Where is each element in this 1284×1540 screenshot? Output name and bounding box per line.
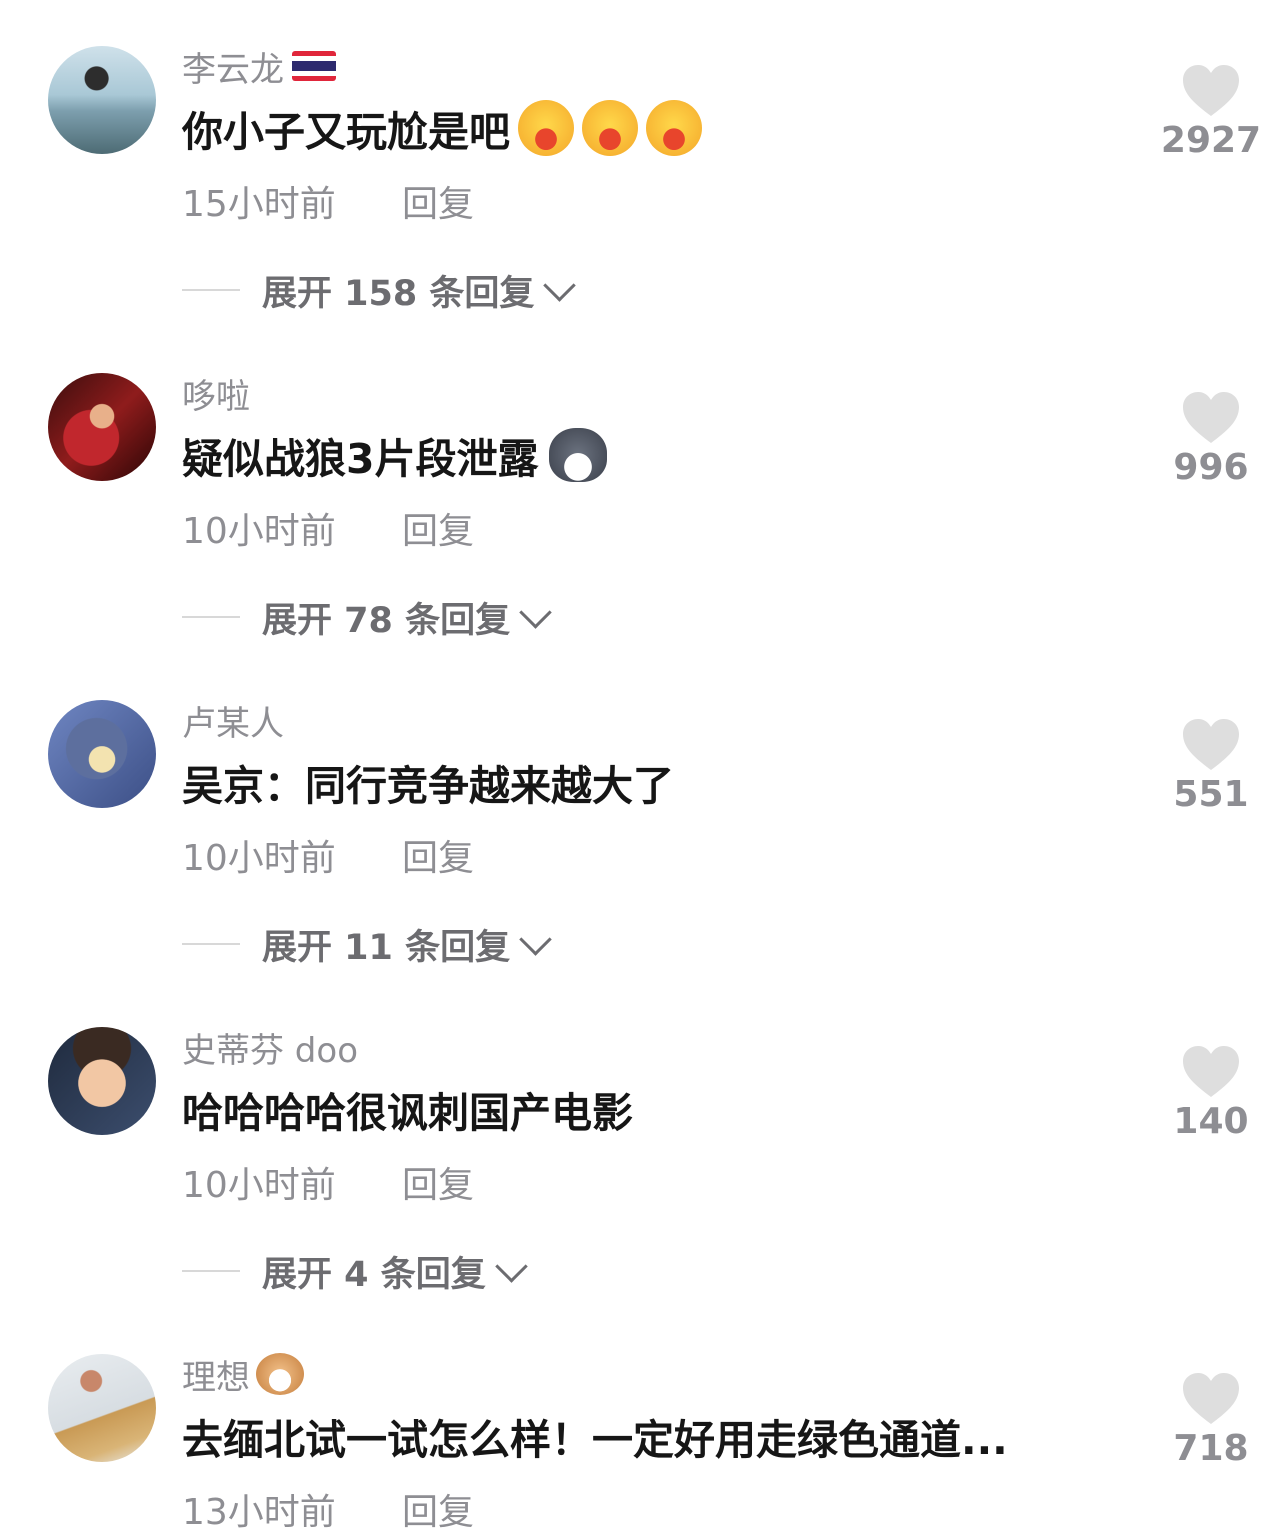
reply-button[interactable]: 回复: [402, 1483, 474, 1535]
timestamp: 10小时前: [182, 1165, 336, 1206]
divider: [182, 616, 240, 618]
comment-meta: 13小时前 回复: [182, 1483, 474, 1535]
divider: [182, 1270, 240, 1272]
expand-replies-label: 展开 11 条回复: [262, 927, 511, 968]
comment-meta: 10小时前 回复: [182, 829, 474, 881]
comment-meta: 10小时前 回复: [182, 1156, 474, 1208]
expand-replies-label: 展开 78 条回复: [262, 600, 511, 641]
username[interactable]: 卢某人: [182, 698, 284, 744]
dog-face-emoji-icon: [256, 1353, 304, 1395]
heart-icon: [1183, 719, 1239, 770]
comment-text: 你小子又玩尬是吧: [182, 100, 702, 156]
timestamp: 15小时前: [182, 184, 336, 225]
like-button[interactable]: 551: [1150, 718, 1272, 815]
like-count: 2927: [1160, 120, 1262, 161]
timestamp: 10小时前: [182, 511, 336, 552]
chevron-down-icon: [519, 922, 552, 956]
avatar[interactable]: [48, 46, 156, 154]
comment-text: 去缅北试一试怎么样！一定好用走绿色通道...: [182, 1416, 1008, 1464]
timestamp: 10小时前: [182, 838, 336, 879]
comment-meta: 15小时前 回复: [182, 175, 474, 227]
username[interactable]: 史蒂芬 doo: [182, 1025, 358, 1071]
like-count: 996: [1173, 447, 1249, 488]
username[interactable]: 李云龙: [182, 44, 336, 90]
heart-icon: [1183, 65, 1239, 116]
timestamp: 13小时前: [182, 1492, 336, 1533]
chevron-down-icon: [494, 1249, 528, 1283]
comment-text: 哈哈哈哈很讽刺国产电影: [182, 1089, 633, 1137]
divider: [182, 943, 240, 945]
comment-item: 史蒂芬 doo 哈哈哈哈很讽刺国产电影 10小时前 回复 展开 4 条回复 14…: [0, 981, 1284, 1308]
comment-meta: 10小时前 回复: [182, 502, 474, 554]
doge-emoji-icon: [548, 428, 607, 482]
reply-button[interactable]: 回复: [402, 1156, 474, 1208]
like-button[interactable]: 718: [1150, 1372, 1272, 1469]
divider: [182, 289, 240, 291]
heart-icon: [1183, 1046, 1239, 1097]
comment-item: 卢某人 吴京：同行竞争越来越大了 10小时前 回复 展开 11 条回复 551: [0, 654, 1284, 981]
like-count: 551: [1173, 774, 1249, 815]
expand-replies-button[interactable]: 展开 158 条回复: [182, 266, 577, 314]
thailand-flag-icon: [292, 51, 336, 81]
avatar[interactable]: [48, 1354, 156, 1462]
reply-button[interactable]: 回复: [402, 175, 474, 227]
like-button[interactable]: 2927: [1150, 64, 1272, 161]
heart-icon: [1183, 392, 1239, 443]
comment-item: 哆啦 疑似战狼3片段泄露 10小时前 回复 展开 78 条回复 996: [0, 327, 1284, 654]
comment-item: 理想 去缅北试一试怎么样！一定好用走绿色通道... 13小时前 回复 718: [0, 1308, 1284, 1540]
comment-item: 李云龙 你小子又玩尬是吧 15小时前 回复 展开 158 条回复 2927: [0, 0, 1284, 327]
avatar[interactable]: [48, 373, 156, 481]
expand-replies-label: 展开 4 条回复: [262, 1254, 486, 1295]
chevron-down-icon: [543, 268, 577, 302]
like-count: 140: [1173, 1101, 1249, 1142]
expand-replies-button[interactable]: 展开 11 条回复: [182, 920, 552, 968]
like-button[interactable]: 996: [1150, 391, 1272, 488]
kiss-emoji-icon: [646, 100, 702, 156]
username[interactable]: 哆啦: [182, 371, 250, 417]
like-count: 718: [1173, 1428, 1249, 1469]
reply-button[interactable]: 回复: [402, 829, 474, 881]
comment-text: 疑似战狼3片段泄露: [182, 427, 607, 483]
comment-text: 吴京：同行竞争越来越大了: [182, 762, 674, 810]
avatar[interactable]: [48, 1027, 156, 1135]
expand-replies-button[interactable]: 展开 4 条回复: [182, 1247, 528, 1295]
kiss-emoji-icon: [518, 100, 574, 156]
heart-icon: [1183, 1373, 1239, 1424]
expand-replies-label: 展开 158 条回复: [262, 273, 535, 314]
chevron-down-icon: [519, 595, 552, 629]
like-button[interactable]: 140: [1150, 1045, 1272, 1142]
expand-replies-button[interactable]: 展开 78 条回复: [182, 593, 552, 641]
reply-button[interactable]: 回复: [402, 502, 474, 554]
username[interactable]: 理想: [182, 1352, 304, 1398]
avatar[interactable]: [48, 700, 156, 808]
kiss-emoji-icon: [582, 100, 638, 156]
